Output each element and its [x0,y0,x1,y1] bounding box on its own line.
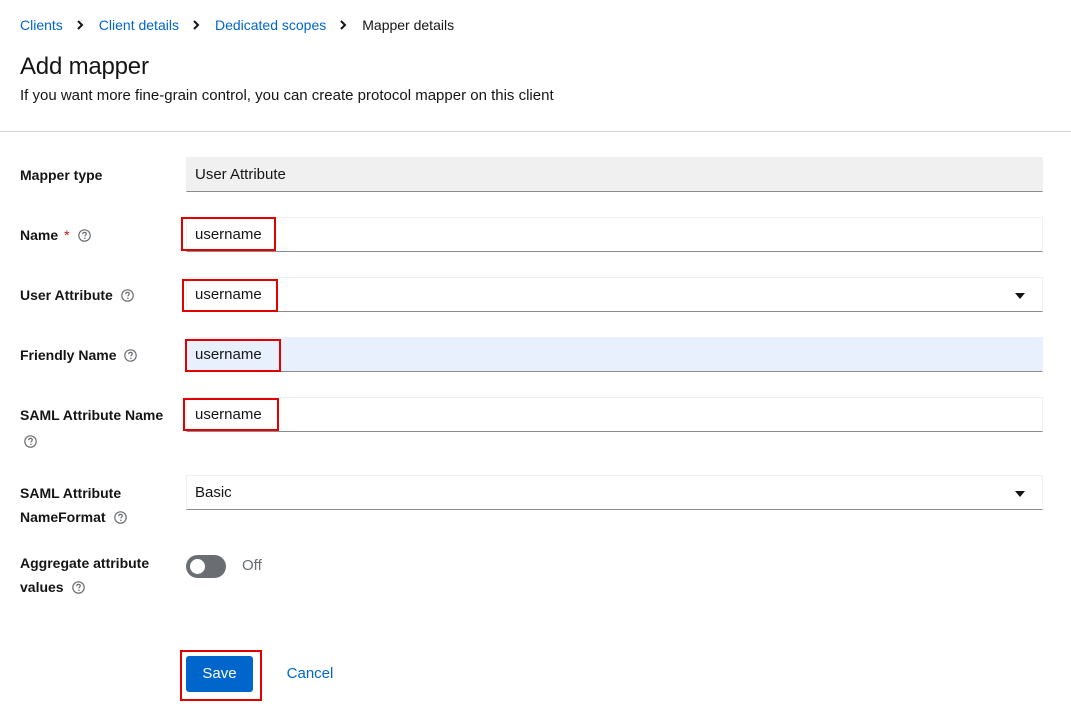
breadcrumb-dedicated-scopes[interactable]: Dedicated scopes [215,17,326,33]
saml-attribute-nameformat-label: SAML Attribute NameFormat [20,481,180,529]
question-circle-icon[interactable] [24,435,37,448]
user-attribute-select[interactable]: username [186,277,1043,312]
name-label-text: Name [20,227,59,243]
aggregate-label-line2: values [20,579,64,595]
breadcrumb-clients[interactable]: Clients [20,17,63,33]
aggregate-attribute-values-toggle[interactable] [186,555,226,578]
chevron-right-icon [191,20,201,30]
question-circle-icon[interactable] [77,229,91,242]
friendly-name-label-text: Friendly Name [20,347,117,363]
breadcrumb-current: Mapper details [362,17,455,33]
question-circle-icon[interactable] [113,511,127,524]
mapper-type-label-text: Mapper type [20,167,103,183]
friendly-name-label: Friendly Name [20,343,180,367]
toggle-knob [190,559,205,574]
question-circle-icon[interactable] [121,289,134,302]
breadcrumb: Clients Client details Dedicated scopes … [20,16,454,34]
saml-attribute-nameformat-value: Basic [195,484,232,501]
mapper-type-label: Mapper type [20,163,180,187]
toggle-state-text: Off [242,557,262,574]
breadcrumb-client-details[interactable]: Client details [99,17,179,33]
caret-down-icon [1015,491,1025,497]
chevron-right-icon [338,20,348,30]
caret-down-icon [1015,293,1025,299]
saml-attribute-nameformat-select[interactable]: Basic [186,475,1043,510]
saml-attribute-name-label: SAML Attribute Name [20,403,180,453]
question-circle-icon[interactable] [71,581,85,594]
aggregate-attribute-values-label: Aggregate attribute values [20,551,180,599]
saml-attribute-name-value: username [195,406,262,423]
required-mark: * [64,227,70,243]
saml-attribute-nameformat-label-line1: SAML Attribute [20,485,122,501]
mapper-type-field: User Attribute [186,157,1043,192]
friendly-name-input[interactable]: username [186,337,1043,372]
name-label: Name * [20,223,180,247]
page-subtitle: If you want more fine-grain control, you… [20,87,554,104]
add-mapper-page: Clients Client details Dedicated scopes … [0,0,1071,724]
saml-attribute-nameformat-label-line2: NameFormat [20,509,106,525]
page-title: Add mapper [20,53,149,80]
name-input[interactable]: username [186,217,1043,252]
friendly-name-value: username [195,346,262,363]
name-input-value: username [195,226,262,243]
aggregate-label-line1: Aggregate attribute [20,555,150,571]
saml-attribute-name-input[interactable]: username [186,397,1043,432]
user-attribute-value: username [195,286,262,303]
question-circle-icon[interactable] [124,349,138,362]
chevron-right-icon [75,20,85,30]
mapper-type-value: User Attribute [195,166,286,183]
saml-attribute-name-label-text: SAML Attribute Name [20,407,164,423]
user-attribute-label: User Attribute [20,283,180,307]
save-button[interactable]: Save [186,656,253,692]
header-divider [0,131,1071,132]
user-attribute-label-text: User Attribute [20,287,113,303]
cancel-button[interactable]: Cancel [276,656,344,692]
